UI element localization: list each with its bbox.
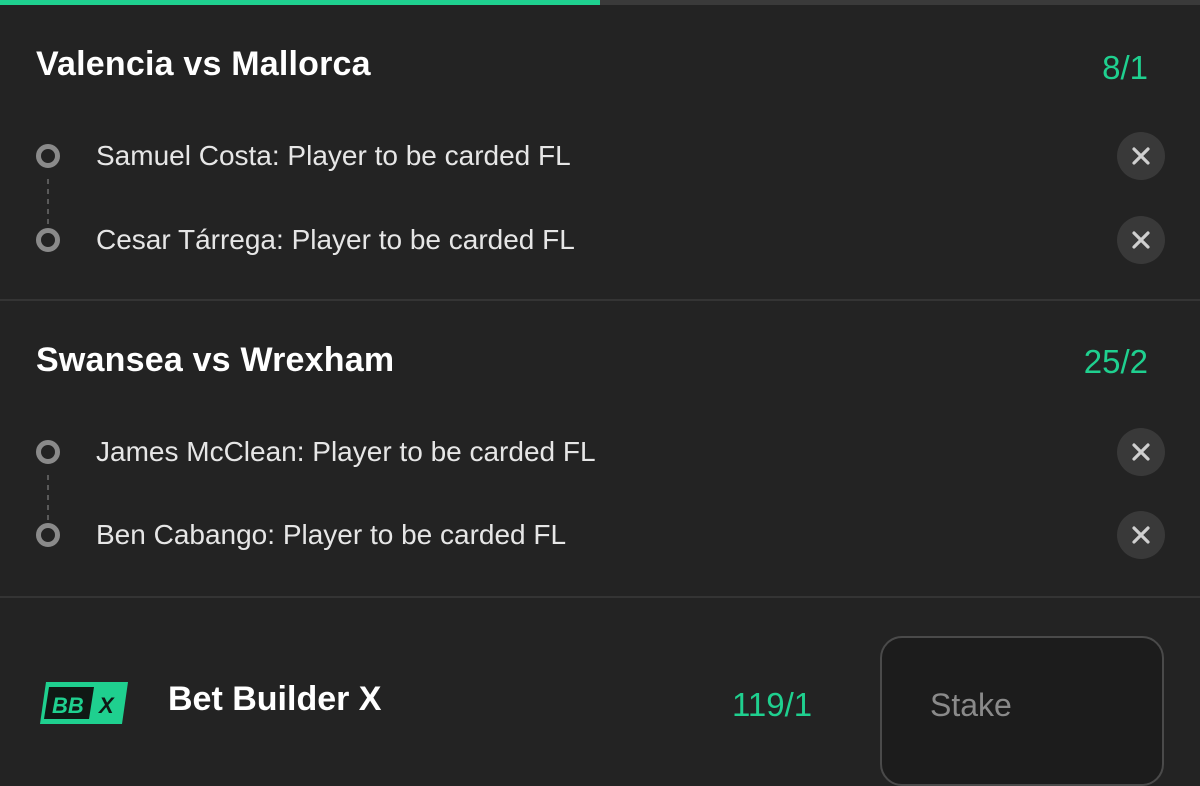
match-card-valencia-mallorca: Valencia vs Mallorca 8/1 Samuel Costa: P… xyxy=(0,5,1200,301)
remove-leg-button[interactable] xyxy=(1117,216,1165,264)
bet-builder-odds: 119/1 xyxy=(732,686,813,723)
bet-builder-footer: BB X Bet Builder X 119/1 xyxy=(0,598,1200,786)
leg-label: Ben Cabango: Player to be carded FL xyxy=(96,519,567,550)
remove-leg-button[interactable] xyxy=(1117,511,1165,559)
leg-label: Samuel Costa: Player to be carded FL xyxy=(96,140,571,171)
close-icon xyxy=(1132,526,1150,544)
leg-row: Ben Cabango: Player to be carded FL xyxy=(0,505,1200,565)
stake-input[interactable] xyxy=(930,683,1150,727)
match-odds: 8/1 xyxy=(1102,49,1148,86)
leg-row: James McClean: Player to be carded FL xyxy=(0,422,1200,482)
match-odds: 25/2 xyxy=(1083,343,1148,380)
match-title: Valencia vs Mallorca xyxy=(36,45,371,83)
close-icon xyxy=(1132,147,1150,165)
logo-bb-text: BB xyxy=(52,693,84,718)
leg-dot-icon xyxy=(36,228,60,252)
bet-builder-title: Bet Builder X xyxy=(168,680,382,718)
leg-dot-icon xyxy=(36,144,60,168)
close-icon xyxy=(1132,443,1150,461)
leg-row: Samuel Costa: Player to be carded FL xyxy=(0,126,1200,186)
remove-leg-button[interactable] xyxy=(1117,428,1165,476)
leg-label: Cesar Tárrega: Player to be carded FL xyxy=(96,224,575,255)
leg-label: James McClean: Player to be carded FL xyxy=(96,436,596,467)
leg-dot-icon xyxy=(36,523,60,547)
close-icon xyxy=(1132,231,1150,249)
leg-row: Cesar Tárrega: Player to be carded FL xyxy=(0,210,1200,270)
leg-dot-icon xyxy=(36,440,60,464)
bet-builder-x-logo-icon: BB X xyxy=(40,682,128,724)
match-title: Swansea vs Wrexham xyxy=(36,341,395,379)
logo-x-text: X xyxy=(97,693,115,718)
match-card-swansea-wrexham: Swansea vs Wrexham 25/2 James McClean: P… xyxy=(0,301,1200,598)
remove-leg-button[interactable] xyxy=(1117,132,1165,180)
stake-field[interactable] xyxy=(880,636,1164,786)
